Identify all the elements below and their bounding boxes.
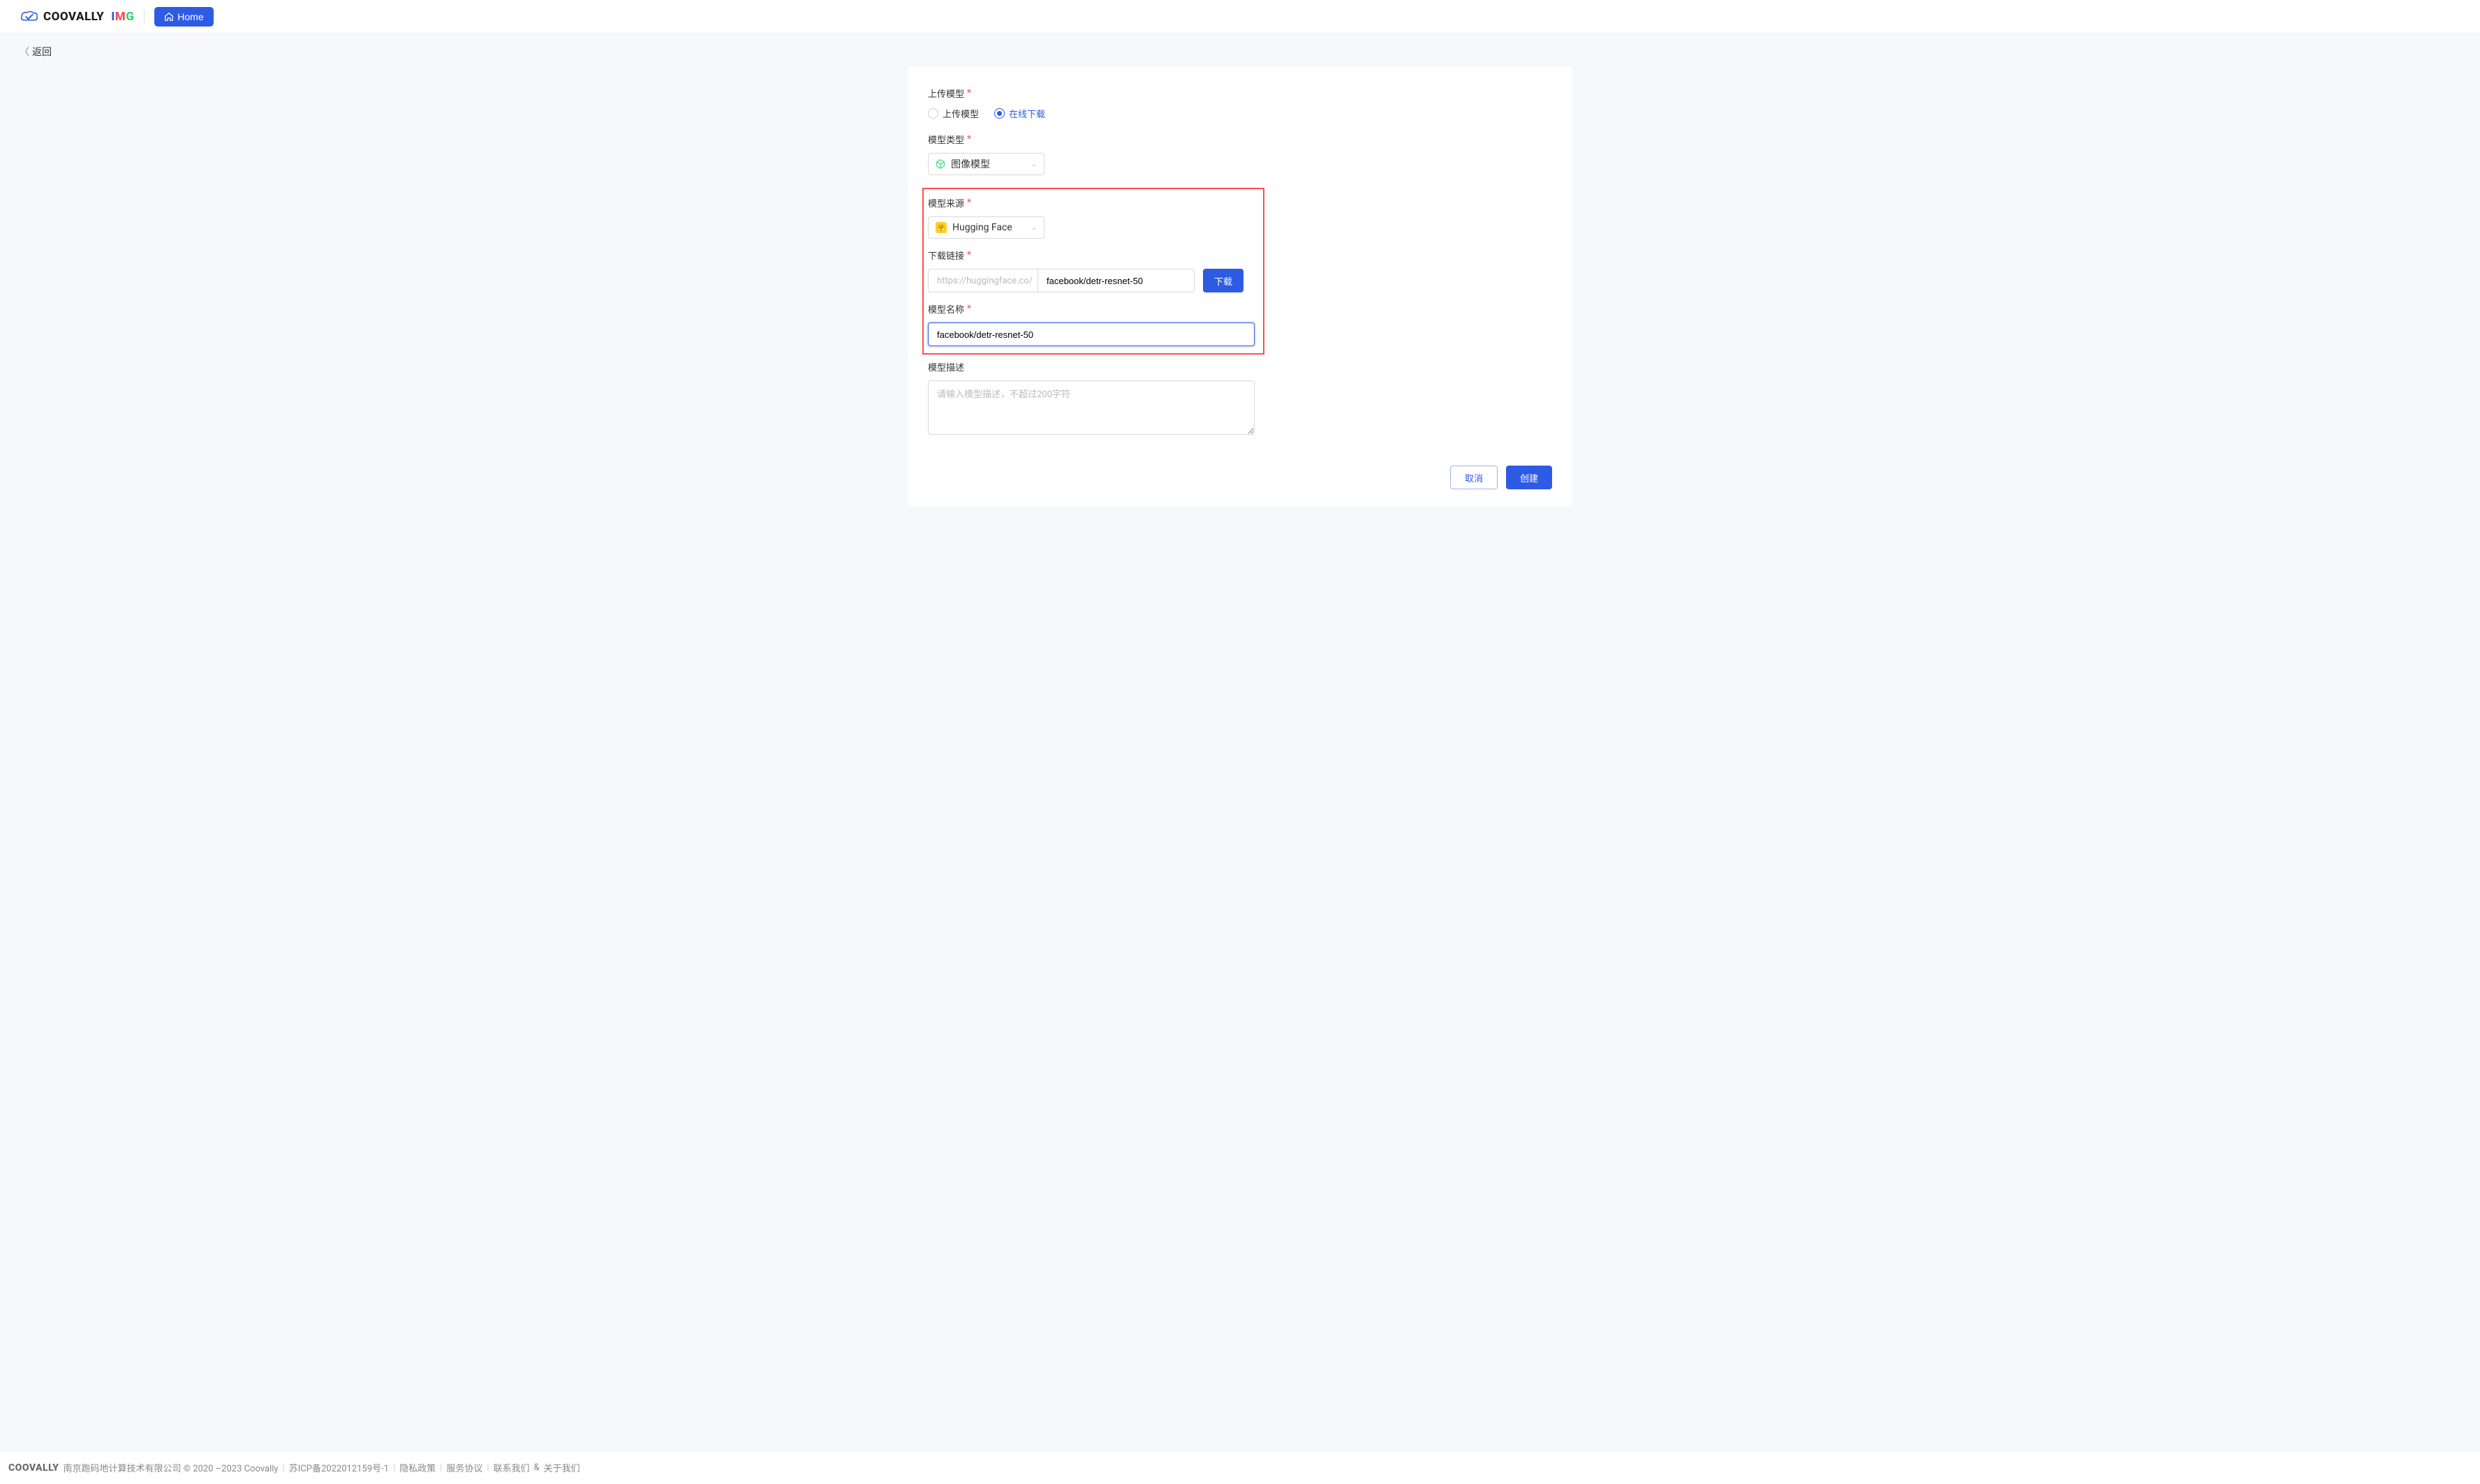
footer-sep: | xyxy=(283,1462,285,1473)
home-icon xyxy=(164,12,174,22)
footer-sep: | xyxy=(393,1462,395,1473)
section-download-link: 下载链接 * https://huggingface.co/ 下载 xyxy=(928,248,1259,292)
chevron-down-icon: ⌄ xyxy=(1031,161,1037,168)
footer-service-link[interactable]: 服务协议 xyxy=(446,1461,482,1474)
footer-company: 南京跑码地计算技术有限公司 © 2020 –2023 Coovally xyxy=(64,1461,279,1474)
label-download-link: 下载链接 * xyxy=(928,248,1259,262)
model-name-input[interactable] xyxy=(928,322,1255,346)
section-model-desc: 模型描述 xyxy=(928,360,1552,438)
footer-contact-link[interactable]: 联系我们 xyxy=(494,1461,530,1474)
brand-logo[interactable]: COOVALLY IMG xyxy=(20,10,134,24)
highlighted-region: 模型来源 * 🤗 Hugging Face ⌄ 下载链接 * htt xyxy=(922,188,1264,355)
download-link-group: https://huggingface.co/ 下载 xyxy=(928,269,1259,292)
label-upload-model: 上传模型 * xyxy=(928,87,1552,100)
select-value: 图像模型 xyxy=(951,157,990,171)
label-model-source: 模型来源 * xyxy=(928,196,1259,209)
url-prefix: https://huggingface.co/ xyxy=(928,269,1038,292)
radio-online-download[interactable]: 在线下载 xyxy=(994,107,1045,120)
action-row: 取消 创建 xyxy=(928,466,1552,489)
back-label: 返回 xyxy=(32,45,52,59)
section-model-source: 模型来源 * 🤗 Hugging Face ⌄ xyxy=(928,196,1259,239)
select-model-source[interactable]: 🤗 Hugging Face ⌄ xyxy=(928,216,1045,239)
radio-icon-checked xyxy=(994,108,1005,119)
back-row: 〈 返回 xyxy=(0,34,2480,67)
footer-logo: COOVALLY xyxy=(8,1462,59,1474)
radio-label: 上传模型 xyxy=(943,107,979,120)
required-asterisk: * xyxy=(967,304,971,314)
select-model-type[interactable]: 图像模型 ⌄ xyxy=(928,153,1045,175)
footer-sep: | xyxy=(487,1462,489,1473)
brand-text: COOVALLY xyxy=(43,10,104,24)
header: COOVALLY IMG Home xyxy=(0,0,2480,34)
form-card: 上传模型 * 上传模型 在线下载 模型类型 * xyxy=(908,67,1572,506)
section-upload-model: 上传模型 * 上传模型 在线下载 xyxy=(928,87,1552,120)
chevron-down-icon: ⌄ xyxy=(1031,224,1037,232)
footer-amp: & xyxy=(534,1462,540,1473)
radio-icon xyxy=(928,108,938,119)
radio-label: 在线下载 xyxy=(1009,107,1045,120)
footer-privacy-link[interactable]: 隐私政策 xyxy=(399,1461,436,1474)
hugging-face-icon: 🤗 xyxy=(936,222,947,233)
download-path-input[interactable] xyxy=(1038,269,1195,292)
header-divider xyxy=(144,10,145,24)
home-button-label: Home xyxy=(177,11,203,22)
footer-sep: | xyxy=(440,1462,442,1473)
cancel-button[interactable]: 取消 xyxy=(1450,466,1498,489)
footer-about-link[interactable]: 关于我们 xyxy=(544,1461,580,1474)
download-button[interactable]: 下载 xyxy=(1203,269,1243,292)
chevron-left-icon: 〈 xyxy=(20,45,29,59)
select-value: Hugging Face xyxy=(952,222,1012,233)
required-asterisk: * xyxy=(967,198,971,208)
radio-group-upload: 上传模型 在线下载 xyxy=(928,107,1552,120)
section-model-name: 模型名称 * xyxy=(928,302,1259,346)
label-model-desc: 模型描述 xyxy=(928,360,1552,373)
section-model-type: 模型类型 * 图像模型 ⌄ xyxy=(928,133,1552,175)
footer: COOVALLY 南京跑码地计算技术有限公司 © 2020 –2023 Coov… xyxy=(0,1450,2480,1484)
label-model-name: 模型名称 * xyxy=(928,302,1259,316)
required-asterisk: * xyxy=(967,88,971,98)
home-button[interactable]: Home xyxy=(154,7,213,27)
coovally-logo-icon xyxy=(20,10,39,24)
create-button[interactable]: 创建 xyxy=(1506,466,1552,489)
footer-icp-link[interactable]: 苏ICP备2022012159号-1 xyxy=(289,1461,389,1474)
page-body: 〈 返回 上传模型 * 上传模型 在线下载 xyxy=(0,34,2480,1450)
cube-icon xyxy=(936,159,945,169)
label-model-type: 模型类型 * xyxy=(928,133,1552,146)
model-desc-textarea[interactable] xyxy=(928,380,1255,435)
required-asterisk: * xyxy=(967,250,971,260)
brand-img-text: IMG xyxy=(111,10,134,24)
back-link[interactable]: 〈 返回 xyxy=(20,45,52,59)
required-asterisk: * xyxy=(967,134,971,144)
radio-upload-model[interactable]: 上传模型 xyxy=(928,107,979,120)
